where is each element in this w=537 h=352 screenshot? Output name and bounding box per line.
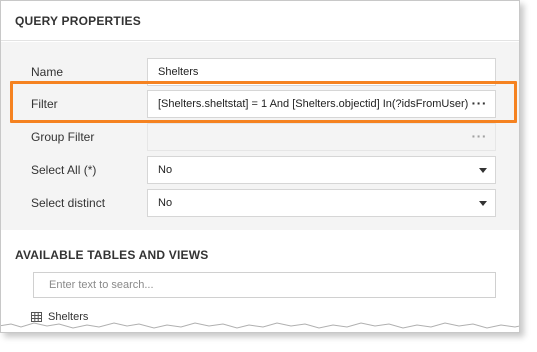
select-all-value: No [158,164,173,176]
group-filter-row: Group Filter ··· [1,123,519,151]
chevron-down-icon [479,168,487,173]
name-value: Shelters [158,66,199,78]
query-properties-panel: QUERY PROPERTIES Name Shelters Filter [S… [0,0,520,333]
select-distinct-dropdown[interactable]: No [147,189,496,217]
select-distinct-value: No [158,197,173,209]
query-properties-header: QUERY PROPERTIES [1,1,519,41]
table-search-input[interactable] [34,273,495,297]
group-filter-field: ··· [147,123,496,151]
torn-edge-decoration [1,322,519,332]
chevron-down-icon [479,201,487,206]
available-tables-header: AVAILABLE TABLES AND VIEWS [15,248,209,262]
select-all-label: Select All (*) [31,163,97,177]
group-filter-ellipsis-button: ··· [471,128,487,144]
table-search-box [33,272,496,298]
select-distinct-label: Select distinct [31,196,106,210]
group-filter-label: Group Filter [31,130,95,144]
select-all-row: Select All (*) No [1,156,519,184]
select-distinct-row: Select distinct No [1,189,519,217]
properties-form: Name Shelters Filter [Shelters.sheltstat… [1,42,519,230]
filter-highlight-box [10,81,517,123]
select-all-dropdown[interactable]: No [147,156,496,184]
